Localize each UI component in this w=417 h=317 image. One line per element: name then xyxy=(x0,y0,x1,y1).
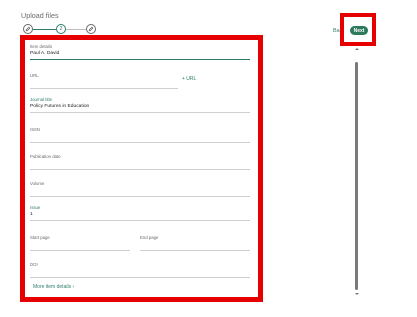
url-label: URL xyxy=(30,73,39,78)
publication-date-value[interactable] xyxy=(30,161,250,166)
step-3-edit-icon[interactable] xyxy=(86,24,96,34)
scrollbar-thumb[interactable] xyxy=(355,62,358,290)
start-page-value[interactable] xyxy=(30,242,130,247)
field-underline xyxy=(30,219,250,221)
volume-label: Volume xyxy=(30,181,45,186)
item-details-field[interactable]: Item details Paul A. David xyxy=(30,44,250,60)
journal-title-field[interactable]: Journal title Policy Futures in Educatio… xyxy=(30,97,250,113)
volume-field[interactable]: Volume xyxy=(30,181,250,197)
url-value[interactable] xyxy=(30,80,178,85)
issn-field[interactable]: ISSN xyxy=(30,127,250,143)
field-underline xyxy=(30,168,250,170)
page-title: Upload files xyxy=(21,11,59,20)
journal-title-value[interactable]: Policy Futures in Education xyxy=(30,104,250,109)
progress-stepper: 2 xyxy=(21,24,101,35)
volume-value[interactable] xyxy=(30,188,250,193)
url-field[interactable]: URL xyxy=(30,73,178,89)
field-underline xyxy=(30,276,250,278)
doi-label: DOI xyxy=(30,262,38,267)
start-page-label: Start page xyxy=(30,235,50,240)
scroll-down-arrow-icon[interactable] xyxy=(355,293,359,295)
field-underline xyxy=(140,249,250,251)
field-underline xyxy=(30,111,250,113)
step-connector xyxy=(33,29,56,30)
doi-value[interactable] xyxy=(30,269,250,274)
back-button[interactable]: Ba xyxy=(333,28,340,34)
issue-label: Issue xyxy=(30,205,41,210)
more-item-details-link[interactable]: More item details › xyxy=(33,284,74,290)
field-underline xyxy=(30,87,178,89)
step-1-edit-icon[interactable] xyxy=(23,24,33,34)
scroll-up-arrow-icon[interactable] xyxy=(355,48,359,50)
item-details-label: Item details xyxy=(30,44,52,49)
field-underline xyxy=(30,249,130,251)
issn-value[interactable] xyxy=(30,134,250,139)
field-underline xyxy=(30,141,250,143)
journal-title-label: Journal title xyxy=(30,97,52,102)
end-page-value[interactable] xyxy=(140,242,250,247)
end-page-field[interactable]: End page xyxy=(140,235,250,251)
step-connector xyxy=(66,29,86,30)
next-button[interactable]: Next xyxy=(350,26,368,35)
doi-field[interactable]: DOI xyxy=(30,262,250,278)
end-page-label: End page xyxy=(140,235,159,240)
start-page-field[interactable]: Start page xyxy=(30,235,130,251)
issue-value[interactable]: 1 xyxy=(30,212,250,217)
issue-field[interactable]: Issue 1 xyxy=(30,205,250,221)
item-details-value[interactable]: Paul A. David xyxy=(30,51,250,56)
publication-date-label: Publication date xyxy=(30,154,61,159)
step-2-indicator[interactable]: 2 xyxy=(56,24,66,34)
field-underline xyxy=(30,58,250,60)
add-url-button[interactable]: + URL xyxy=(182,76,196,82)
field-underline xyxy=(30,195,250,197)
publication-date-field[interactable]: Publication date xyxy=(30,154,250,170)
issn-label: ISSN xyxy=(30,127,41,132)
